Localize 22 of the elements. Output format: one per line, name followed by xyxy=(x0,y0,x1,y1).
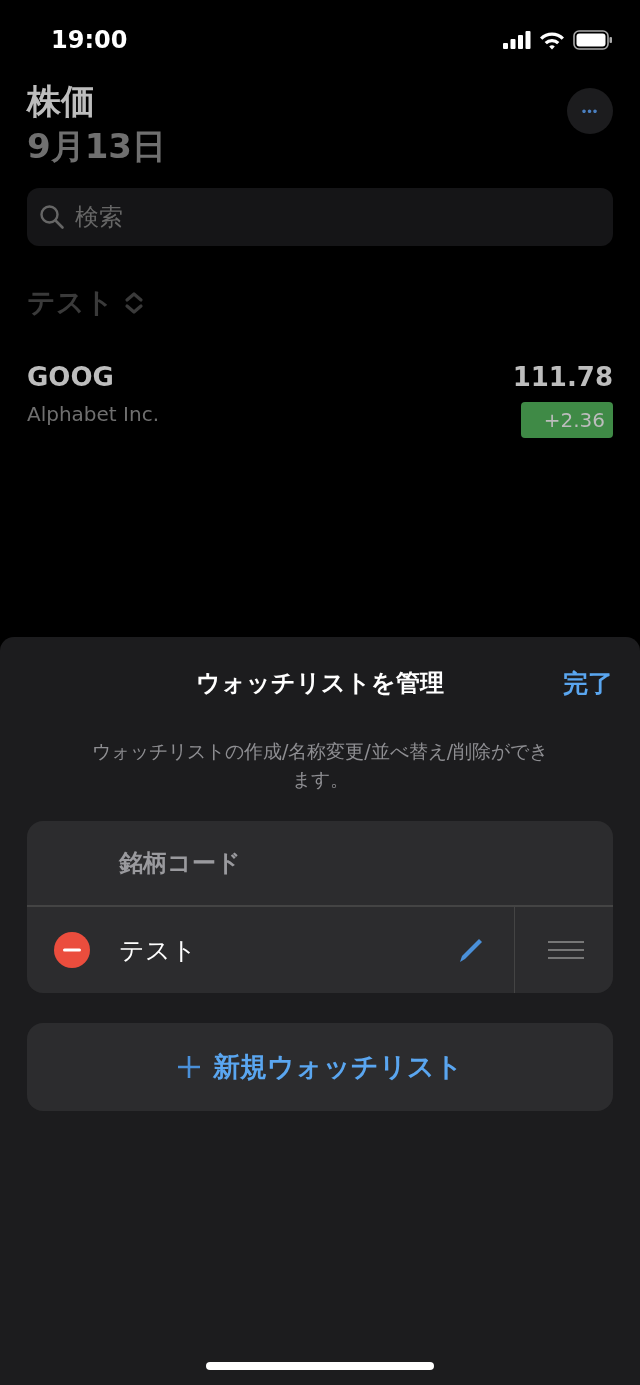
page-title: 株価 xyxy=(27,80,96,122)
price-change[interactable]: +2.36 xyxy=(521,402,613,438)
search-field[interactable]: 検索 xyxy=(27,188,613,246)
sheet-title: ウォッチリストを管理 xyxy=(196,668,444,699)
date-label: 9月13日 xyxy=(27,125,166,168)
watchlist-name: テスト xyxy=(119,934,198,967)
drag-handle-icon[interactable] xyxy=(548,940,584,960)
company-name: Alphabet Inc. xyxy=(27,402,159,426)
new-watchlist-button[interactable]: 新規ウォッチリスト xyxy=(27,1023,613,1111)
plus-icon xyxy=(177,1055,201,1079)
done-button[interactable]: 完了 xyxy=(563,666,613,700)
signal-icon xyxy=(503,31,531,49)
stock-symbol: GOOG xyxy=(27,362,115,392)
stock-price: 111.78 xyxy=(512,362,613,392)
description-text: ウォッチリストの作成/名称変更/並べ替え/削除ができます。 xyxy=(90,739,550,792)
battery-icon xyxy=(573,30,613,50)
chevron-icon xyxy=(124,291,144,315)
more-button[interactable]: ••• xyxy=(567,88,613,134)
wifi-icon xyxy=(539,30,565,50)
delete-icon[interactable] xyxy=(54,932,90,968)
status-time: 19:00 xyxy=(51,26,128,54)
fixed-list-name: 銘柄コード xyxy=(119,848,241,879)
